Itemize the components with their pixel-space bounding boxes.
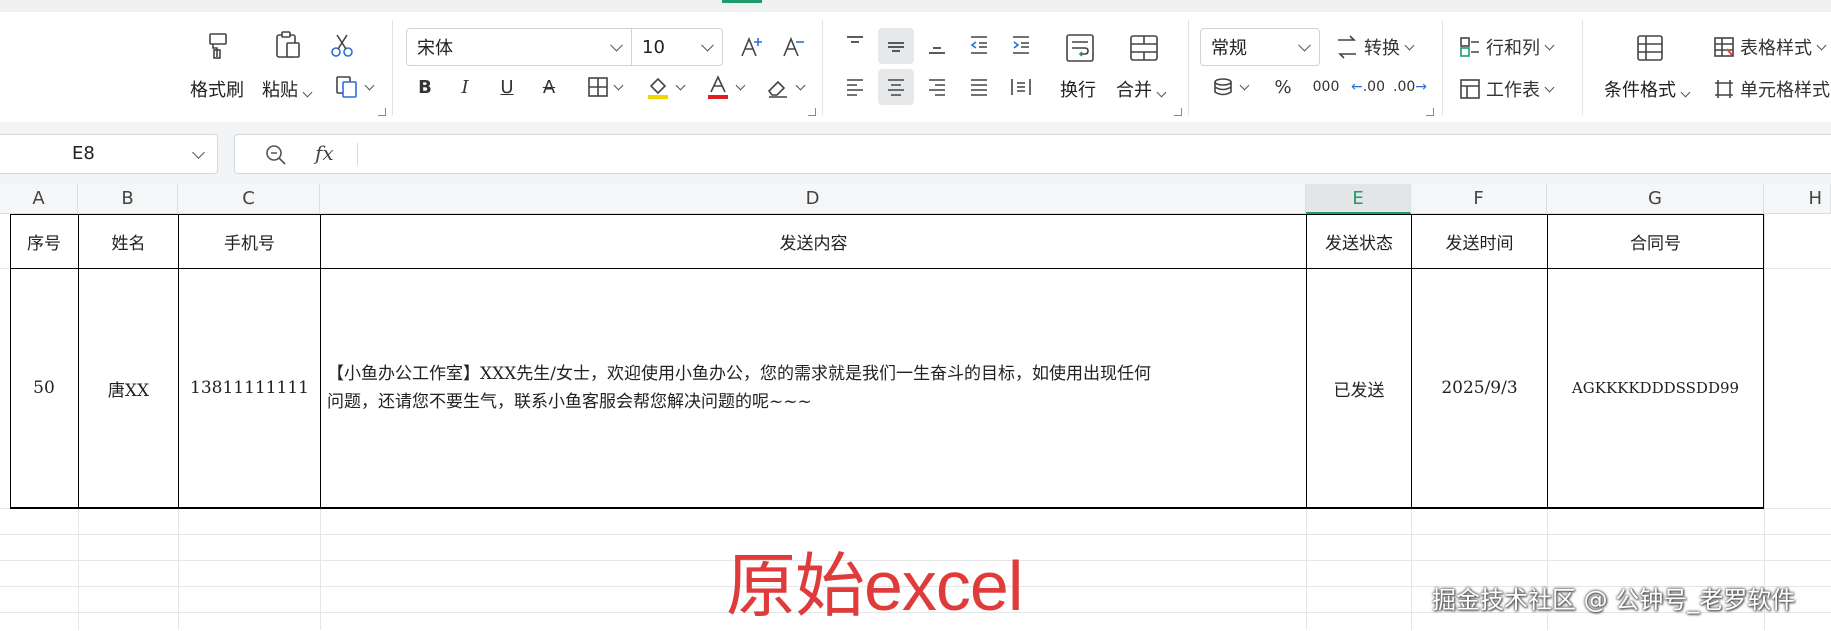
column-header-g[interactable]: G <box>1547 184 1764 214</box>
formula-bar: E8 fx <box>0 122 1831 184</box>
paste-button[interactable]: 粘贴 <box>262 76 313 102</box>
divider <box>1582 20 1583 115</box>
header-cell-contract[interactable]: 合同号 <box>1548 215 1763 268</box>
conditional-format-button[interactable]: 条件格式 <box>1604 76 1691 102</box>
paste-icon[interactable] <box>270 28 306 62</box>
gridline <box>1306 507 1307 630</box>
content-line-2: 问题，还请您不要生气，联系小鱼客服会帮您解决问题的呢~~~ <box>327 392 812 412</box>
borders-icon[interactable] <box>580 70 628 104</box>
number-dialog-launcher[interactable] <box>1426 108 1434 116</box>
overlay-caption: 原始excel <box>726 547 1023 625</box>
column-header-d[interactable]: D <box>320 184 1306 214</box>
thousands-separator-button[interactable]: 000 <box>1308 70 1344 104</box>
header-cell-content[interactable]: 发送内容 <box>321 215 1306 268</box>
cell-contract[interactable]: AGKKKKDDDSSDD99 <box>1548 269 1763 507</box>
header-cell-status[interactable]: 发送状态 <box>1307 215 1411 268</box>
copy-button[interactable] <box>330 70 376 104</box>
convert-button[interactable]: 转换 <box>1334 28 1424 66</box>
header-cell-phone[interactable]: 手机号 <box>179 215 320 268</box>
distributed-align-icon[interactable] <box>1004 70 1038 104</box>
align-top-icon[interactable] <box>838 28 872 62</box>
strikethrough-icon[interactable]: A <box>536 70 562 104</box>
align-right-icon[interactable] <box>920 70 954 104</box>
justify-icon[interactable] <box>962 70 996 104</box>
decrease-decimal-button[interactable]: .00 → <box>1392 70 1428 104</box>
divider <box>822 20 823 115</box>
clipboard-dialog-launcher[interactable] <box>378 108 386 116</box>
align-center-icon[interactable] <box>878 69 914 105</box>
column-header-b[interactable]: B <box>78 184 178 214</box>
conditional-format-icon[interactable] <box>1630 28 1670 68</box>
decrease-font-icon[interactable] <box>778 30 810 64</box>
fill-color-icon[interactable] <box>640 70 688 104</box>
column-header-f[interactable]: F <box>1411 184 1547 214</box>
increase-font-icon[interactable] <box>736 30 768 64</box>
content-line-1: 【小鱼办公工作室】XXX先生/女士，欢迎使用小鱼办公，您的需求就是我们一生奋斗的… <box>327 364 1152 384</box>
header-cell-index[interactable]: 序号 <box>10 215 78 268</box>
font-size-select[interactable]: 10 <box>631 28 723 66</box>
cell-content[interactable]: 【小鱼办公工作室】XXX先生/女士，欢迎使用小鱼办公，您的需求就是我们一生奋斗的… <box>321 269 1306 507</box>
cell-send-time[interactable]: 2025/9/3 <box>1412 269 1547 507</box>
wrap-text-icon[interactable] <box>1060 28 1100 68</box>
decrease-indent-icon[interactable] <box>962 28 996 62</box>
cell-index[interactable]: 50 <box>10 269 78 507</box>
column-header-e[interactable]: E <box>1306 184 1411 214</box>
gridline <box>1411 507 1412 630</box>
cell-style-button[interactable]: 单元格样式 <box>1712 70 1831 108</box>
function-icon[interactable]: fx <box>315 141 334 165</box>
wrap-text-button[interactable]: 换行 <box>1060 76 1096 102</box>
format-painter-icon[interactable] <box>200 28 236 62</box>
clear-format-icon[interactable] <box>760 70 808 104</box>
header-cell-name[interactable]: 姓名 <box>79 215 178 268</box>
table-border <box>10 507 1764 509</box>
format-painter-label[interactable]: 格式刷 <box>190 76 244 102</box>
gridline <box>78 507 79 630</box>
title-strip <box>0 0 1831 12</box>
cut-icon[interactable] <box>326 28 358 62</box>
column-header-a[interactable]: A <box>0 184 78 214</box>
bold-icon[interactable]: B <box>412 70 438 104</box>
font-dialog-launcher[interactable] <box>808 108 816 116</box>
currency-icon[interactable] <box>1206 70 1252 104</box>
gridline <box>1764 214 1765 630</box>
name-box[interactable]: E8 <box>0 134 218 174</box>
rows-columns-button[interactable]: 行和列 <box>1458 28 1562 66</box>
cell-status[interactable]: 已发送 <box>1307 269 1411 507</box>
number-format-select[interactable]: 常规 <box>1200 28 1320 66</box>
merge-icon[interactable] <box>1124 28 1164 68</box>
increase-indent-icon[interactable] <box>1004 28 1038 62</box>
table-border <box>1763 214 1764 508</box>
worksheet-button[interactable]: 工作表 <box>1458 70 1562 108</box>
merge-button[interactable]: 合并 <box>1116 76 1167 102</box>
italic-icon[interactable]: I <box>452 70 478 104</box>
gridline <box>178 507 179 630</box>
font-color-icon[interactable] <box>700 70 748 104</box>
align-left-icon[interactable] <box>838 70 872 104</box>
cell-phone[interactable]: 13811111111 <box>179 269 320 507</box>
formula-input[interactable]: fx <box>234 134 1831 174</box>
header-cell-send-time[interactable]: 发送时间 <box>1412 215 1547 268</box>
watermark: 掘金技术社区 @ 公钟号_老罗软件 <box>1432 586 1796 614</box>
gridline <box>320 507 321 630</box>
align-bottom-icon[interactable] <box>920 28 954 62</box>
column-header-c[interactable]: C <box>178 184 320 214</box>
active-tab-indicator <box>722 0 762 3</box>
ribbon-toolbar: 格式刷 粘贴 宋体 10 B I U A 换行 合并 常规 转换 % 000 ←… <box>0 12 1831 123</box>
alignment-dialog-launcher[interactable] <box>1174 108 1182 116</box>
divider <box>1442 20 1443 115</box>
cell-reference: E8 <box>72 143 95 164</box>
underline-icon[interactable]: U <box>494 70 520 104</box>
divider <box>1188 20 1189 115</box>
percent-button[interactable]: % <box>1268 70 1298 104</box>
chevron-down-icon[interactable] <box>192 146 205 159</box>
cell-name[interactable]: 唐XX <box>79 269 178 507</box>
font-name-select[interactable]: 宋体 <box>406 28 632 66</box>
divider <box>392 20 393 115</box>
divider <box>357 143 358 165</box>
increase-decimal-button[interactable]: ← .00 <box>1350 70 1386 104</box>
align-middle-icon[interactable] <box>878 28 914 64</box>
zoom-search-icon[interactable] <box>265 144 287 166</box>
column-header-h[interactable]: H <box>1764 184 1831 214</box>
table-style-button[interactable]: 表格样式 <box>1712 28 1831 66</box>
